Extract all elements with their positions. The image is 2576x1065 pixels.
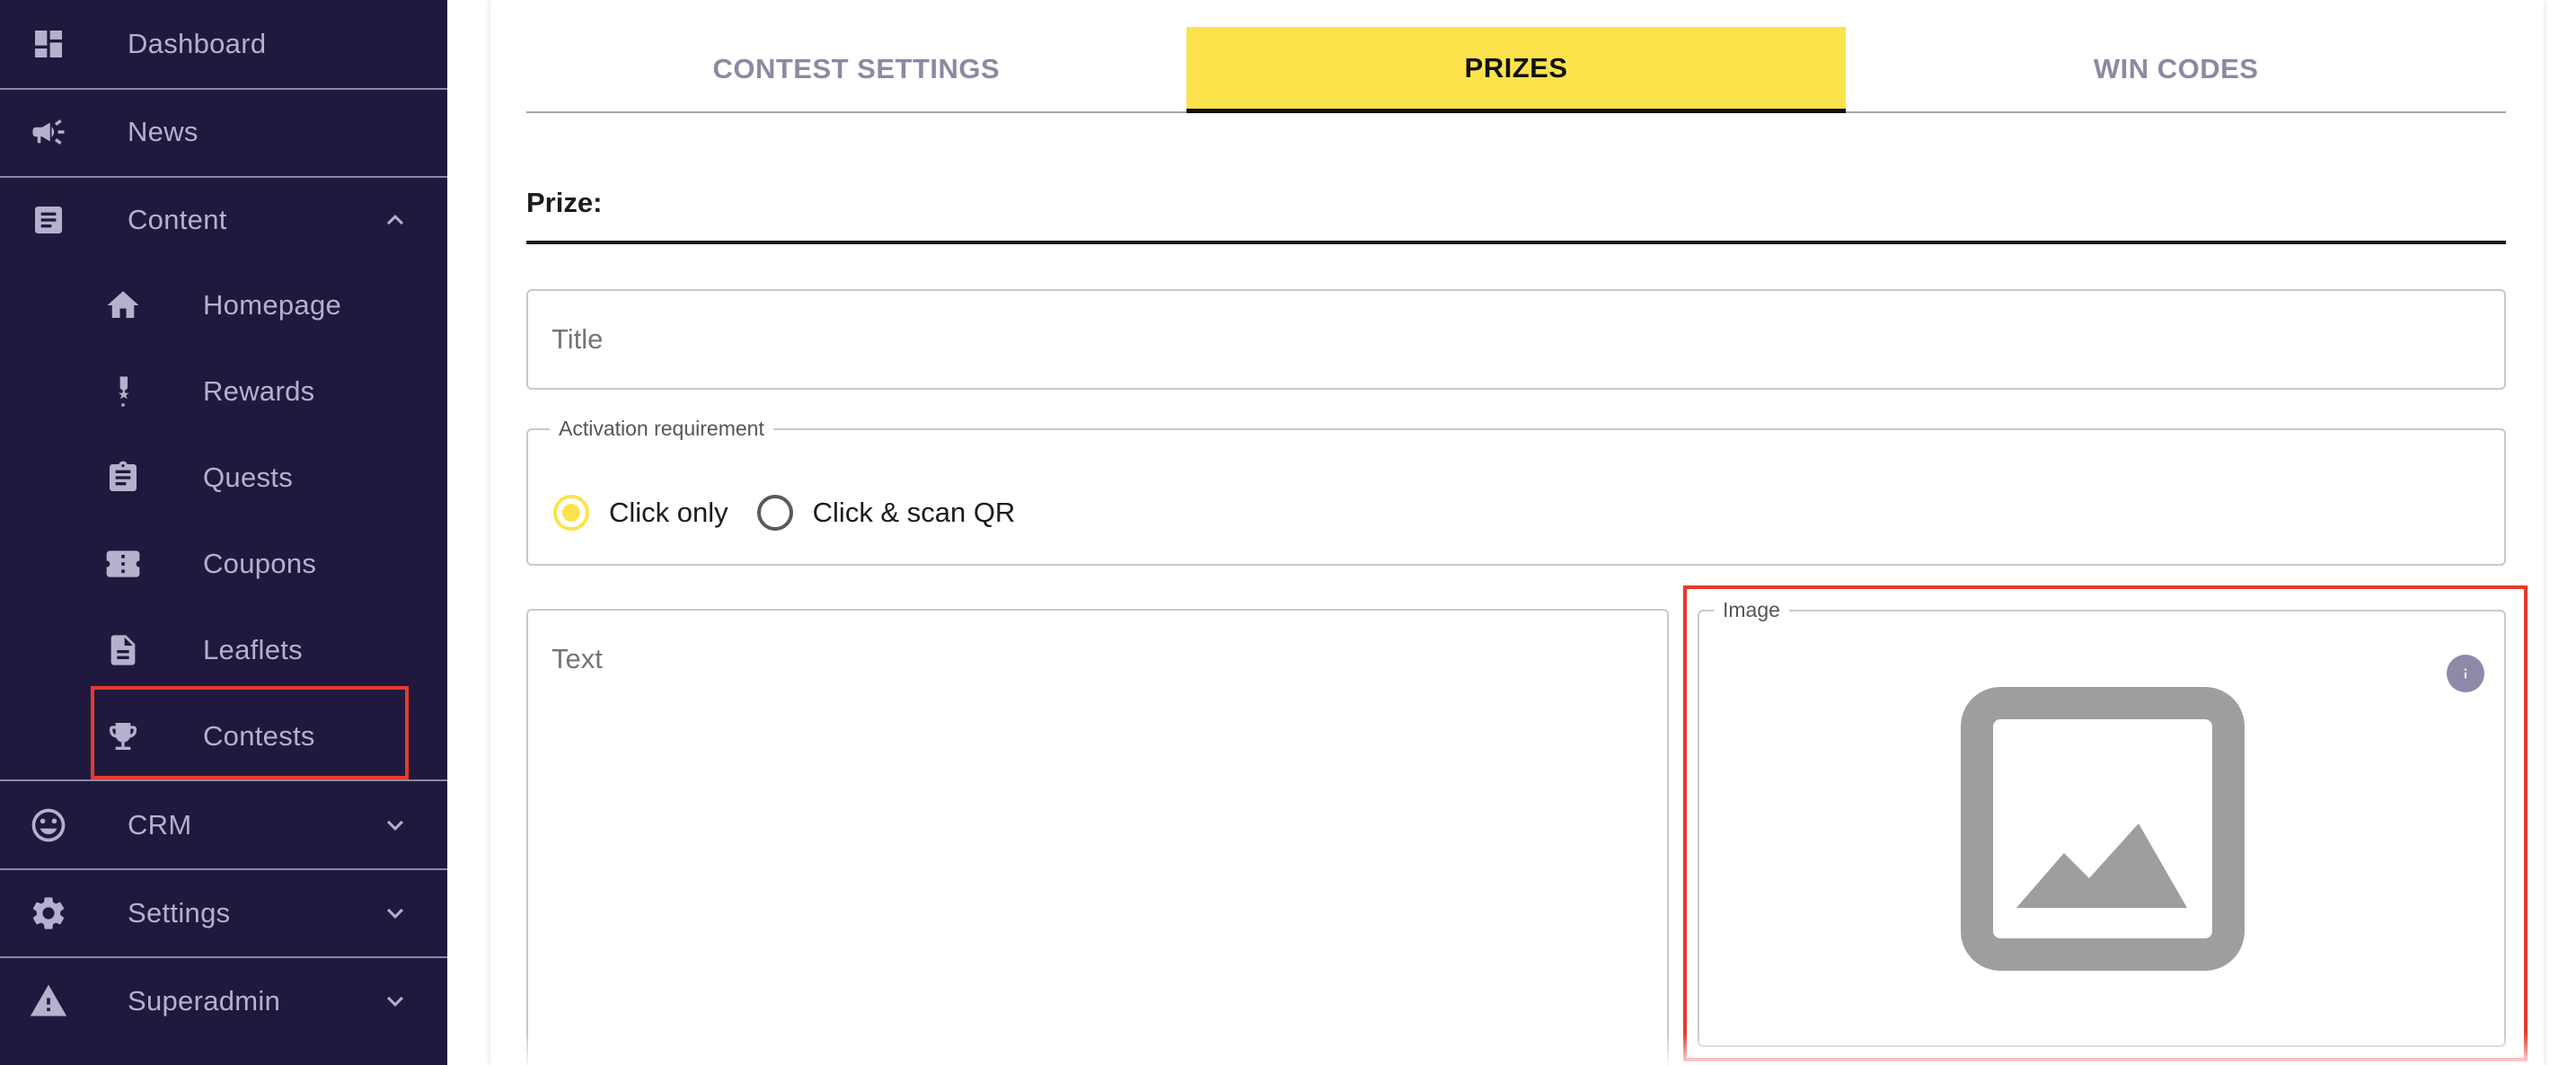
smiley-icon: [29, 805, 68, 845]
image-placeholder-icon[interactable]: [1961, 687, 2245, 971]
sidebar: Dashboard News Content Homepage Rewards: [0, 0, 447, 1065]
sidebar-item-dashboard[interactable]: Dashboard: [0, 0, 447, 88]
chevron-up-icon[interactable]: [377, 202, 413, 238]
image-legend: Image: [1723, 598, 1780, 621]
sidebar-item-contests[interactable]: Contests: [0, 693, 447, 779]
warning-icon: [29, 981, 68, 1021]
radio-click-scan-qr[interactable]: Click & scan QR: [756, 495, 1016, 531]
home-icon: [103, 286, 143, 325]
activation-options: Click only Click & scan QR: [553, 495, 1044, 531]
sidebar-item-label: CRM: [128, 809, 192, 841]
chevron-down-icon[interactable]: [377, 807, 413, 843]
activation-requirement-legend: Activation requirement: [559, 417, 764, 440]
trophy-icon: [103, 717, 143, 756]
sidebar-item-superadmin[interactable]: Superadmin: [0, 957, 447, 1045]
sidebar-item-label: Leaflets: [203, 634, 303, 665]
sidebar-item-label: News: [128, 116, 198, 147]
article-icon: [29, 200, 68, 240]
sidebar-item-label: Dashboard: [128, 28, 267, 59]
sidebar-item-rewards[interactable]: Rewards: [0, 348, 447, 435]
sidebar-item-label: Quests: [203, 462, 294, 493]
radio-label: Click only: [609, 497, 728, 528]
prize-section-label: Prize:: [526, 187, 603, 218]
medal-icon: [103, 372, 143, 411]
sidebar-item-crm[interactable]: CRM: [0, 781, 447, 869]
title-input[interactable]: [526, 289, 2506, 390]
image-upload-field[interactable]: Image: [1698, 598, 2506, 1047]
radio-click-only[interactable]: Click only: [553, 495, 728, 531]
gear-icon: [29, 893, 68, 933]
sidebar-item-label: Rewards: [203, 375, 315, 407]
ticket-icon: [103, 544, 143, 584]
sidebar-item-label: Coupons: [203, 548, 317, 579]
chevron-down-icon[interactable]: [377, 895, 413, 931]
activation-requirement-group: Activation requirement Click only Click …: [526, 417, 2506, 566]
sidebar-item-label: Superadmin: [128, 985, 281, 1017]
radio-label: Click & scan QR: [812, 497, 1016, 528]
tab-prizes[interactable]: PRIZES: [1186, 27, 1847, 113]
sidebar-item-news[interactable]: News: [0, 88, 447, 176]
tab-contest-settings[interactable]: CONTEST SETTINGS: [526, 27, 1187, 111]
sidebar-item-label: Homepage: [203, 289, 342, 321]
text-input[interactable]: [526, 609, 1669, 1065]
sidebar-item-label: Settings: [128, 897, 231, 929]
sidebar-item-label: Contests: [203, 720, 315, 752]
document-icon: [103, 630, 143, 670]
sidebar-item-homepage[interactable]: Homepage: [0, 262, 447, 348]
sidebar-item-content[interactable]: Content: [0, 176, 447, 264]
sidebar-item-label: Content: [128, 204, 227, 235]
clipboard-icon: [103, 458, 143, 497]
prize-section-divider: [526, 241, 2506, 244]
tab-win-codes[interactable]: WIN CODES: [1846, 27, 2506, 111]
dashboard-icon: [29, 24, 68, 64]
radio-button-unchecked[interactable]: [756, 495, 793, 531]
contest-tabs: CONTEST SETTINGS PRIZES WIN CODES: [526, 27, 2506, 113]
sidebar-item-settings[interactable]: Settings: [0, 869, 447, 957]
sidebar-item-quests[interactable]: Quests: [0, 435, 447, 521]
megaphone-icon: [29, 112, 68, 152]
chevron-down-icon[interactable]: [377, 983, 413, 1019]
sidebar-item-coupons[interactable]: Coupons: [0, 521, 447, 607]
info-icon[interactable]: [2447, 655, 2484, 692]
sidebar-item-leaflets[interactable]: Leaflets: [0, 607, 447, 693]
radio-button-checked[interactable]: [553, 495, 589, 531]
